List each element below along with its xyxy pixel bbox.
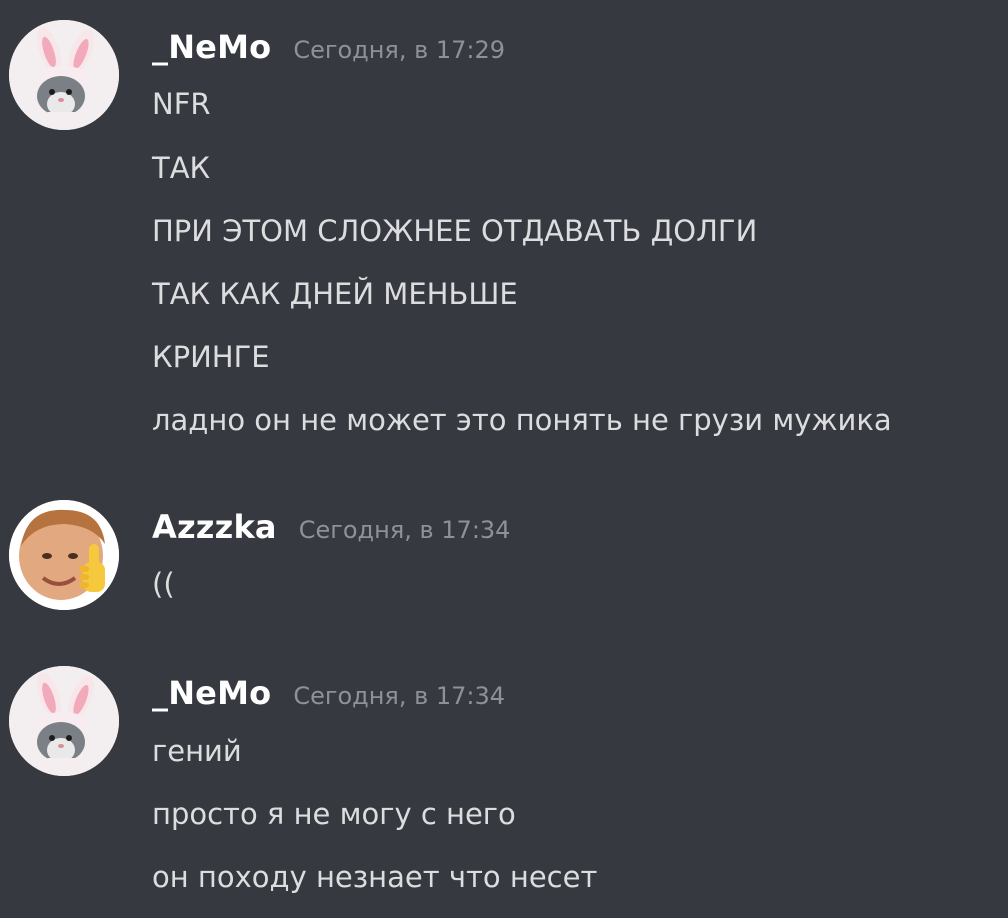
thumbs-up-face-icon: [9, 500, 119, 610]
message-line: просто я не могу с него: [152, 797, 516, 831]
bunny-ears-cat-icon: [9, 20, 119, 130]
timestamp[interactable]: Сегодня, в 17:34: [293, 682, 505, 710]
message-line: ТАК: [152, 151, 211, 185]
timestamp[interactable]: Сегодня, в 17:34: [299, 516, 511, 544]
message-line: ТАК КАК ДНЕЙ МЕНЬШЕ: [152, 277, 518, 311]
message-header: _NeMo Сегодня, в 17:34: [152, 674, 505, 712]
message-line: ((: [152, 567, 175, 601]
user-avatar[interactable]: [9, 500, 119, 610]
message-line: NFR: [152, 87, 211, 121]
username[interactable]: _NeMo: [152, 28, 271, 66]
message-header: Azzzka Сегодня, в 17:34: [152, 508, 510, 546]
message-line: КРИНГЕ: [152, 340, 270, 374]
timestamp[interactable]: Сегодня, в 17:29: [293, 36, 505, 64]
message-line: ладно он не может это понять не грузи му…: [152, 403, 892, 437]
message-header: _NeMo Сегодня, в 17:29: [152, 28, 505, 66]
user-avatar[interactable]: [9, 666, 119, 776]
username[interactable]: _NeMo: [152, 674, 271, 712]
bunny-ears-cat-icon: [9, 666, 119, 776]
message-line: ПРИ ЭТОМ СЛОЖНЕЕ ОТДАВАТЬ ДОЛГИ: [152, 214, 758, 248]
message-line: гений: [152, 734, 242, 768]
message-line: он походу незнает что несет: [152, 860, 598, 894]
username[interactable]: Azzzka: [152, 508, 277, 546]
user-avatar[interactable]: [9, 20, 119, 130]
